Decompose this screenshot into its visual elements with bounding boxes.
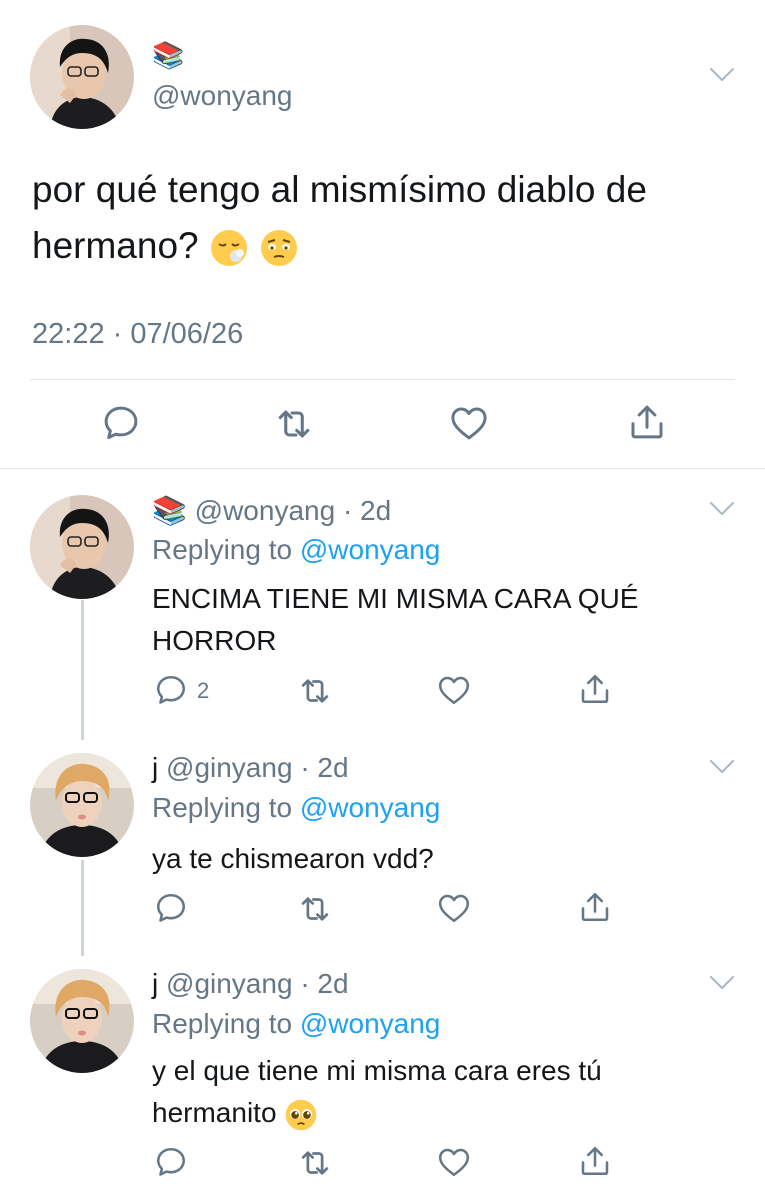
retweet-icon[interactable] bbox=[296, 672, 334, 710]
replying-prefix: Replying to bbox=[152, 1008, 300, 1039]
reply-tweet[interactable]: j @ginyang · 2d Replying to @wonyang y e… bbox=[0, 964, 765, 1200]
mention-link[interactable]: @wonyang bbox=[300, 534, 441, 565]
reply-actions bbox=[0, 1144, 765, 1184]
chevron-down-icon[interactable] bbox=[708, 500, 736, 518]
divider bbox=[30, 379, 735, 380]
reply-icon[interactable] bbox=[100, 402, 142, 444]
share-icon[interactable] bbox=[577, 1142, 613, 1180]
reply-count: 2 bbox=[197, 678, 210, 703]
reply-icon[interactable] bbox=[153, 890, 189, 926]
avatar[interactable] bbox=[30, 495, 134, 599]
display-name-emoji[interactable]: 📚 bbox=[152, 40, 184, 70]
avatar[interactable] bbox=[30, 969, 134, 1073]
heart-icon[interactable] bbox=[436, 890, 472, 926]
reply-actions: 2 bbox=[0, 672, 765, 712]
mention-link[interactable]: @wonyang bbox=[300, 792, 441, 823]
avatar[interactable] bbox=[30, 753, 134, 857]
reply-text: ENCIMA TIENE MI MISMA CARA QUÉ HORROR bbox=[152, 583, 639, 656]
reply-time: · 2d bbox=[342, 495, 392, 526]
reply-header: 📚 @wonyang · 2d bbox=[152, 494, 391, 527]
retweet-icon[interactable] bbox=[272, 402, 316, 446]
tweet-text-content: por qué tengo al mismísimo diablo de her… bbox=[32, 169, 647, 266]
user-handle[interactable]: @ginyang bbox=[166, 968, 293, 999]
display-name[interactable]: j bbox=[152, 968, 158, 999]
reply-text: ya te chismearon vdd? bbox=[152, 843, 434, 874]
display-name[interactable]: j bbox=[152, 752, 158, 783]
heart-icon[interactable] bbox=[448, 402, 490, 444]
reply-time: · 2d bbox=[300, 752, 349, 783]
retweet-icon[interactable] bbox=[296, 890, 334, 928]
avatar-image bbox=[30, 753, 134, 857]
replying-to: Replying to @wonyang bbox=[152, 1008, 440, 1040]
chevron-down-icon[interactable] bbox=[708, 758, 736, 776]
reply-text: y el que tiene mi misma cara eres tú her… bbox=[152, 1050, 712, 1134]
user-handle[interactable]: @wonyang bbox=[152, 80, 293, 112]
avatar[interactable] bbox=[30, 25, 134, 129]
replying-prefix: Replying to bbox=[152, 534, 300, 565]
avatar-image bbox=[30, 495, 134, 599]
heart-icon[interactable] bbox=[436, 1144, 472, 1180]
tweet-actions bbox=[0, 398, 765, 450]
pleading-face-emoji-icon bbox=[285, 1099, 317, 1130]
replying-prefix: Replying to bbox=[152, 792, 300, 823]
avatar-image bbox=[30, 25, 134, 129]
mention-link[interactable]: @wonyang bbox=[300, 1008, 441, 1039]
chevron-down-icon[interactable] bbox=[708, 974, 736, 992]
share-icon[interactable] bbox=[577, 888, 613, 926]
replying-to: Replying to @wonyang bbox=[152, 534, 440, 566]
reply-icon[interactable] bbox=[153, 1144, 189, 1180]
retweet-icon[interactable] bbox=[296, 1144, 334, 1182]
reply-tweet[interactable]: 📚 @wonyang · 2d Replying to @wonyang ENC… bbox=[0, 490, 765, 730]
user-handle[interactable]: @wonyang bbox=[195, 495, 336, 526]
flushed-face-emoji-icon bbox=[261, 230, 298, 267]
reply-text-content: y el que tiene mi misma cara eres tú her… bbox=[152, 1055, 602, 1128]
reply-header: j @ginyang · 2d bbox=[152, 968, 349, 1000]
reply-time: · 2d bbox=[300, 968, 349, 999]
divider bbox=[0, 468, 765, 469]
heart-icon[interactable] bbox=[436, 672, 472, 708]
tweet-text: por qué tengo al mismísimo diablo de her… bbox=[32, 162, 732, 274]
display-name-emoji[interactable]: 📚 bbox=[152, 495, 187, 526]
replying-to: Replying to @wonyang bbox=[152, 792, 440, 824]
reply-tweet[interactable]: j @ginyang · 2d Replying to @wonyang ya … bbox=[0, 748, 765, 948]
chevron-down-icon[interactable] bbox=[708, 66, 736, 84]
avatar-image bbox=[30, 969, 134, 1073]
reply-icon[interactable] bbox=[153, 672, 189, 708]
user-handle[interactable]: @ginyang bbox=[166, 752, 293, 783]
reply-header: j @ginyang · 2d bbox=[152, 752, 349, 784]
exhaling-face-emoji-icon bbox=[210, 230, 247, 267]
share-icon[interactable] bbox=[626, 400, 668, 444]
tweet-timestamp[interactable]: 22:22 · 07/06/26 bbox=[32, 318, 243, 351]
reply-actions bbox=[0, 890, 765, 930]
share-icon[interactable] bbox=[577, 670, 613, 708]
